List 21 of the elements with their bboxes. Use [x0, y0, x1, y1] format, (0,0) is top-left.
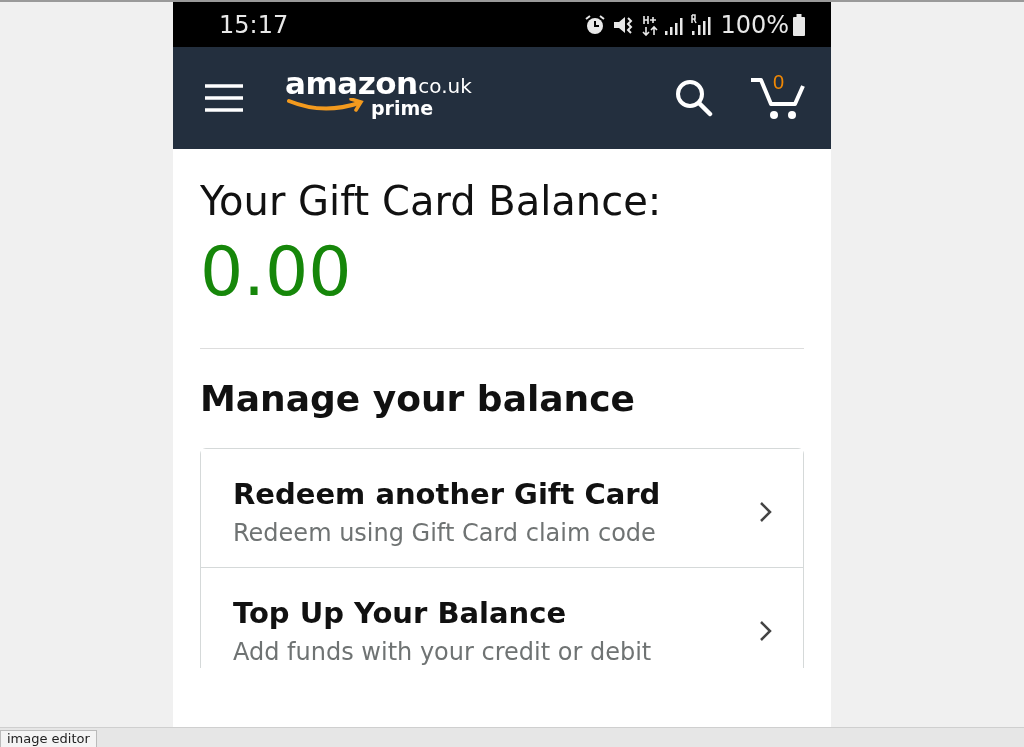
- balance-title: Your Gift Card Balance:: [200, 177, 663, 225]
- option-title: Redeem another Gift Card: [233, 477, 662, 511]
- alarm-clock-icon: [584, 13, 607, 36]
- chevron-right-icon: [759, 501, 773, 523]
- option-subtitle: Redeem using Gift Card claim code: [233, 519, 657, 547]
- signal-icon: [690, 13, 713, 36]
- taskbar-tab[interactable]: image editor: [0, 730, 97, 747]
- search-icon[interactable]: [675, 79, 713, 117]
- chevron-right-icon: [759, 620, 773, 642]
- data-arrows-icon: [642, 13, 659, 36]
- option-title: Top Up Your Balance: [233, 596, 568, 630]
- battery-icon: [793, 13, 805, 36]
- option-subtitle: Add funds with your credit or debit: [233, 638, 653, 666]
- section-heading: Manage your balance: [200, 376, 636, 420]
- balance-amount: 0.00: [200, 235, 353, 310]
- option-row[interactable]: Redeem another Gift Card Redeem using Gift Card claim code: [201, 449, 803, 568]
- cart-button[interactable]: 0: [749, 76, 805, 120]
- status-time: 15:17: [219, 10, 290, 39]
- logo-prime: prime: [371, 99, 434, 118]
- menu-icon[interactable]: [205, 84, 243, 112]
- battery-percent: 100%: [720, 10, 789, 39]
